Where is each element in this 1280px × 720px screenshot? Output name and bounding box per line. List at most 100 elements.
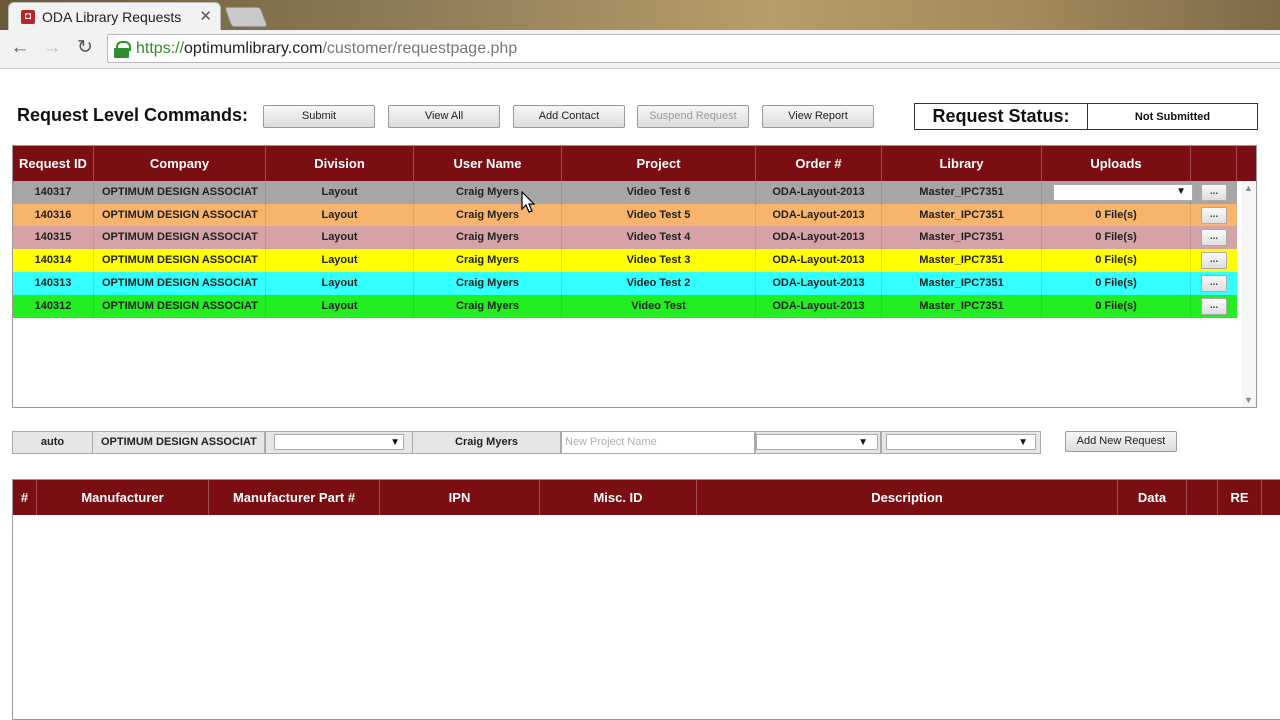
new-request-id: auto <box>12 431 93 454</box>
commands-title: Request Level Commands: <box>17 105 249 125</box>
cell-user-name: Craig Myers <box>414 271 562 295</box>
cell-uploads: 0 File(s) <box>1042 203 1191 227</box>
reload-icon[interactable]: ↻ <box>73 36 97 60</box>
row-details-button[interactable]: ... <box>1201 184 1227 201</box>
col-user-name[interactable]: User Name <box>414 146 562 181</box>
col-ipn[interactable]: IPN <box>380 480 540 515</box>
col-library[interactable]: Library <box>882 146 1042 181</box>
col-manufacturer[interactable]: Manufacturer <box>37 480 209 515</box>
add-new-request-button[interactable]: Add New Request <box>1065 431 1177 452</box>
order-select[interactable]: ▼ <box>755 431 881 454</box>
uploads-select[interactable]: ▼ <box>1053 184 1193 201</box>
address-bar[interactable]: https://optimumlibrary.com/customer/requ… <box>107 34 1280 63</box>
cell-request-id: 140315 <box>13 226 94 250</box>
browser-toolbar: ← → ↻ https://optimumlibrary.com/custome… <box>0 30 1280 69</box>
chevron-down-icon: ▼ <box>1176 186 1186 197</box>
project-name-input[interactable]: New Project Name <box>561 431 755 454</box>
add-contact-button[interactable]: Add Contact <box>513 105 625 128</box>
division-select[interactable]: ▼ <box>265 431 413 454</box>
requests-header: Request ID Company Division User Name Pr… <box>13 146 1256 181</box>
back-icon[interactable]: ← <box>8 36 32 60</box>
row-details-button[interactable]: ... <box>1201 252 1227 270</box>
tab-close-icon[interactable]: ✕ <box>199 7 212 25</box>
cell-library: Master_IPC7351 <box>882 181 1042 204</box>
scroll-down-icon[interactable]: ▼ <box>1244 395 1253 405</box>
status-value: Not Submitted <box>1134 111 1211 123</box>
cell-division: Layout <box>266 181 414 204</box>
chevron-down-icon: ▼ <box>858 437 868 448</box>
table-row[interactable]: 140314 OPTIMUM DESIGN ASSOCIAT Layout Craig… <box>13 249 1237 273</box>
col-company[interactable]: Company <box>94 146 266 181</box>
cell-library: Master_IPC7351 <box>882 249 1042 273</box>
col-uploads[interactable]: Uploads <box>1042 146 1191 181</box>
cell-company: OPTIMUM DESIGN ASSOCIAT <box>94 203 266 227</box>
col-request-id[interactable]: Request ID <box>13 146 94 181</box>
scroll-up-icon[interactable]: ▲ <box>1244 183 1253 193</box>
cell-company: OPTIMUM DESIGN ASSOCIAT <box>94 181 266 204</box>
cell-order: ODA-Layout-2013 <box>756 181 882 204</box>
cell-order: ODA-Layout-2013 <box>756 271 882 295</box>
cell-uploads: 0 File(s) <box>1042 249 1191 273</box>
table-row[interactable]: 140317 OPTIMUM DESIGN ASSOCIAT Layout Craig… <box>13 181 1237 204</box>
cell-user-name: Craig Myers <box>414 181 562 204</box>
col-re[interactable]: RE <box>1218 480 1262 515</box>
cell-division: Layout <box>266 226 414 250</box>
cell-company: OPTIMUM DESIGN ASSOCIAT <box>94 294 266 318</box>
cell-request-id: 140312 <box>13 294 94 318</box>
new-tab-button[interactable] <box>224 7 268 27</box>
cell-request-id: 140314 <box>13 249 94 273</box>
new-request-user: Craig Myers <box>412 431 561 454</box>
row-details-button[interactable]: ... <box>1201 274 1227 292</box>
table-row[interactable]: 140312 OPTIMUM DESIGN ASSOCIAT Layout Craig… <box>13 294 1237 318</box>
tab-title: ODA Library Requests <box>42 9 182 25</box>
requests-scrollbar[interactable]: ▲ ▼ <box>1242 181 1256 407</box>
cell-project: Video Test 3 <box>562 249 756 273</box>
cell-uploads: 0 File(s) <box>1042 271 1191 295</box>
col-misc-id[interactable]: Misc. ID <box>540 480 697 515</box>
cell-project: Video Test 2 <box>562 271 756 295</box>
cell-library: Master_IPC7351 <box>882 271 1042 295</box>
new-request-company: OPTIMUM DESIGN ASSOCIAT <box>92 431 265 454</box>
row-details-button[interactable]: ... <box>1201 206 1227 224</box>
cell-library: Master_IPC7351 <box>882 294 1042 318</box>
row-details-button[interactable]: ... <box>1201 229 1227 247</box>
col-order[interactable]: Order # <box>756 146 882 181</box>
cell-user-name: Craig Myers <box>414 249 562 273</box>
cell-order: ODA-Layout-2013 <box>756 226 882 250</box>
view-all-button[interactable]: View All <box>388 105 500 128</box>
table-row[interactable]: 140313 OPTIMUM DESIGN ASSOCIAT Layout Craig… <box>13 271 1237 295</box>
cell-company: OPTIMUM DESIGN ASSOCIAT <box>94 271 266 295</box>
request-status-box: Request Status: Not Submitted <box>914 103 1258 130</box>
cell-library: Master_IPC7351 <box>882 226 1042 250</box>
col-blank[interactable] <box>1187 480 1218 515</box>
cell-order: ODA-Layout-2013 <box>756 249 882 273</box>
table-row[interactable]: 140315 OPTIMUM DESIGN ASSOCIAT Layout Craig… <box>13 226 1237 250</box>
col-project[interactable]: Project <box>562 146 756 181</box>
cell-library: Master_IPC7351 <box>882 203 1042 227</box>
cell-division: Layout <box>266 203 414 227</box>
status-label: Request Status: <box>915 104 1088 129</box>
url-text: https://optimumlibrary.com/customer/requ… <box>136 40 518 57</box>
cell-order: ODA-Layout-2013 <box>756 203 882 227</box>
table-row[interactable]: 140316 OPTIMUM DESIGN ASSOCIAT Layout Craig… <box>13 203 1237 227</box>
col-data[interactable]: Data <box>1118 480 1187 515</box>
col-division[interactable]: Division <box>266 146 414 181</box>
col-description[interactable]: Description <box>697 480 1118 515</box>
row-details-button[interactable]: ... <box>1201 297 1227 315</box>
col-manufacturer-part[interactable]: Manufacturer Part # <box>209 480 380 515</box>
favicon-icon: ◘ <box>21 10 35 24</box>
cell-uploads: 0 File(s) <box>1042 226 1191 250</box>
forward-icon[interactable]: → <box>40 36 64 60</box>
cell-project: Video Test 6 <box>562 181 756 204</box>
library-select[interactable]: ▼ <box>881 431 1041 454</box>
cell-request-id: 140316 <box>13 203 94 227</box>
col-number[interactable]: # <box>13 480 37 515</box>
submit-button[interactable]: Submit <box>263 105 375 128</box>
cell-division: Layout <box>266 294 414 318</box>
cell-user-name: Craig Myers <box>414 203 562 227</box>
suspend-request-button[interactable]: Suspend Request <box>637 105 749 128</box>
browser-tab[interactable]: ◘ ODA Library Requests ✕ <box>8 2 221 30</box>
cell-company: OPTIMUM DESIGN ASSOCIAT <box>94 249 266 273</box>
view-report-button[interactable]: View Report <box>762 105 874 128</box>
requests-grid: Request ID Company Division User Name Pr… <box>12 145 1257 408</box>
